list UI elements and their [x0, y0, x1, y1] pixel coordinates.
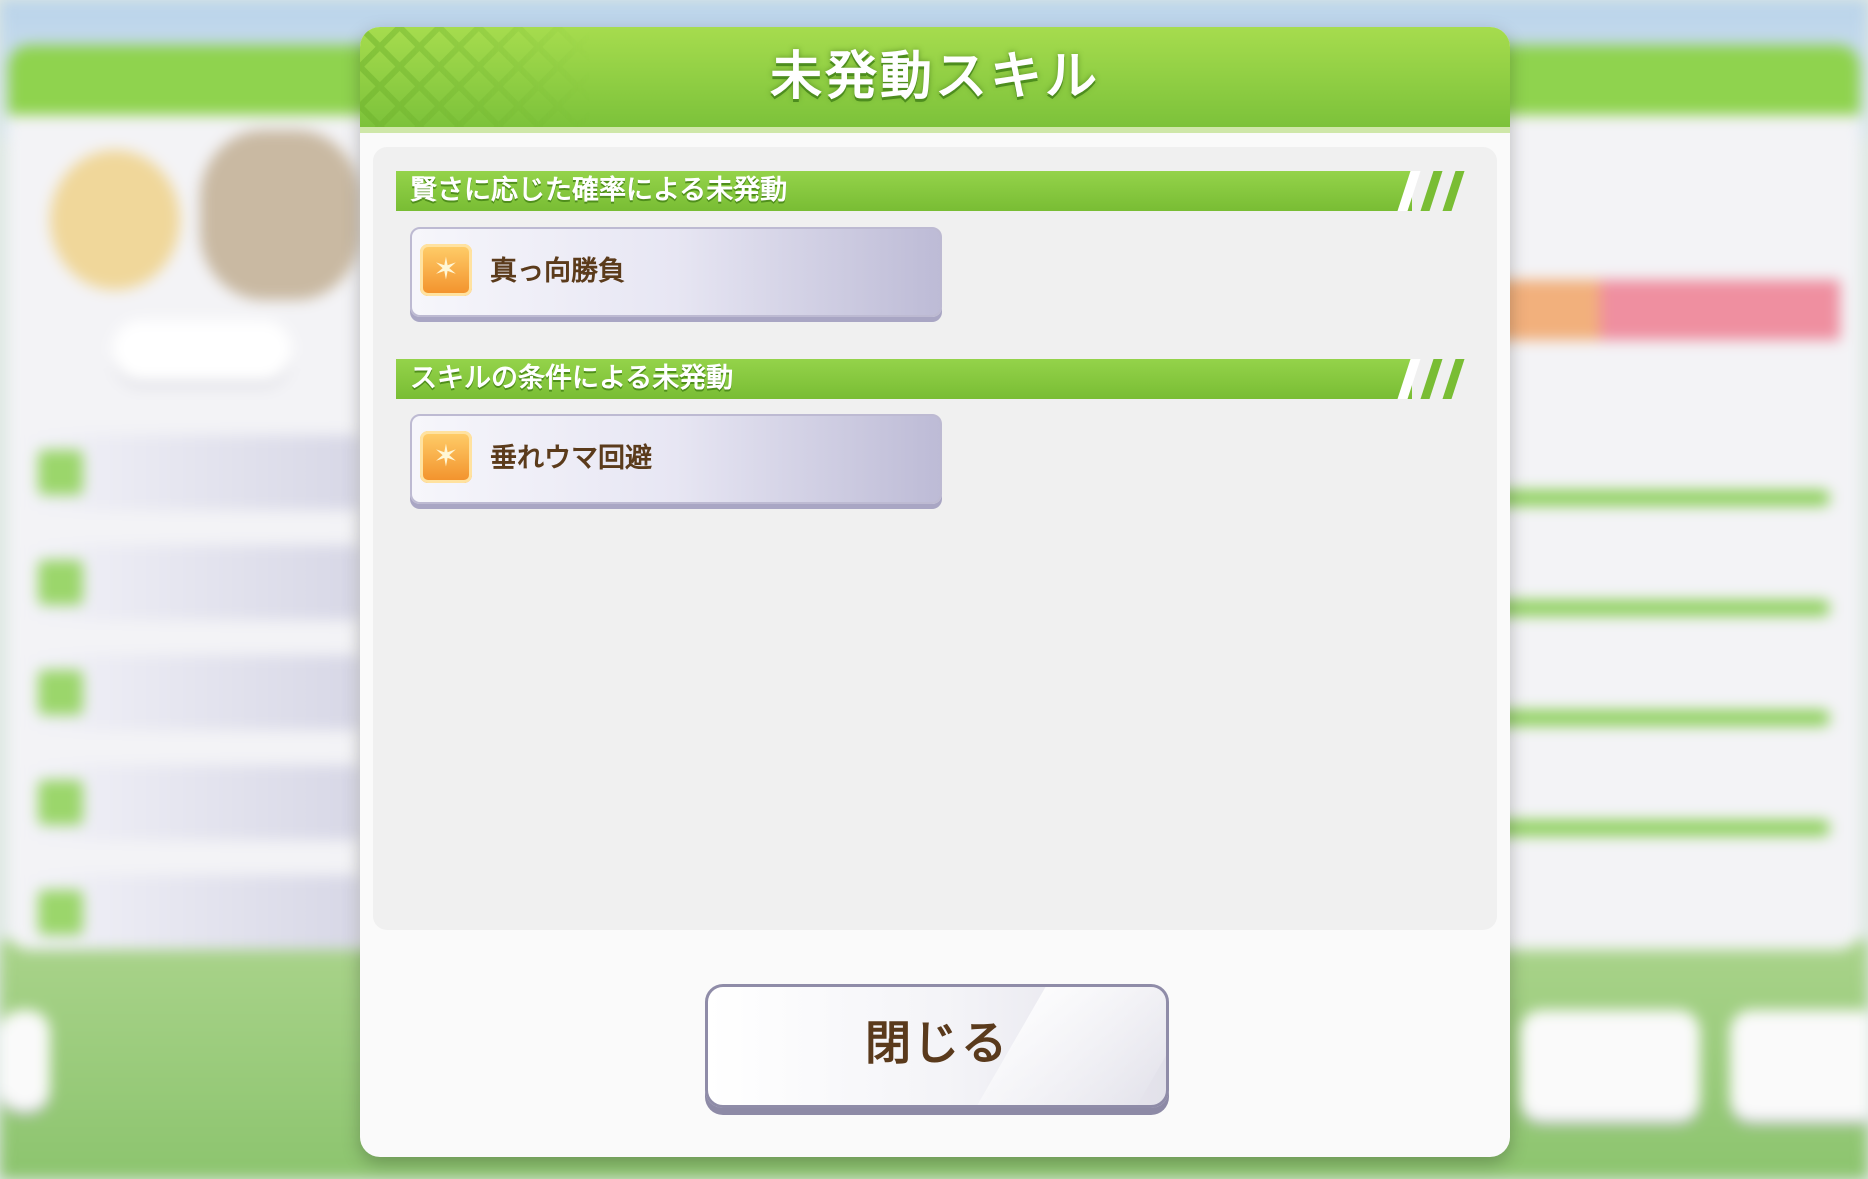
bg-row — [30, 765, 360, 840]
bg-trophy-image — [50, 150, 180, 290]
section-heading: 賢さに応じた確率による未発動 — [410, 175, 788, 206]
bg-button — [1730, 1010, 1868, 1120]
bg-character-image — [200, 130, 360, 300]
bg-pill-button — [112, 320, 292, 382]
dialog-title: 未発動スキル — [769, 47, 1100, 107]
bg-green-line — [1480, 490, 1830, 506]
bg-row — [30, 545, 360, 620]
speed-skill-icon: ✶ — [420, 431, 472, 483]
bg-button — [0, 1010, 50, 1110]
skill-name: 真っ向勝負 — [490, 256, 625, 287]
skill-card-tare-uma-kaihi[interactable]: ✶ 垂れウマ回避 — [410, 414, 942, 504]
bg-row — [30, 875, 360, 950]
section-header-skill-condition: スキルの条件による未発動 — [396, 359, 1466, 399]
bg-button — [1520, 1010, 1700, 1120]
close-button-label: 閉じる — [865, 1016, 1009, 1070]
skill-list-panel: 賢さに応じた確率による未発動 ✶ 真っ向勝負 スキルの条件による未発動 ✶ 垂れ… — [373, 147, 1497, 930]
bg-green-line — [1480, 820, 1830, 836]
close-button[interactable]: 閉じる — [705, 984, 1169, 1108]
bg-row — [30, 435, 360, 510]
bg-row — [30, 655, 360, 730]
section-header-wisdom-probability: 賢さに応じた確率による未発動 — [396, 171, 1466, 211]
bg-pink-block — [1600, 280, 1840, 340]
bg-green-line — [1480, 710, 1830, 726]
bg-green-line — [1480, 600, 1830, 616]
speed-skill-icon: ✶ — [420, 244, 472, 296]
skill-card-massugu-shoubu[interactable]: ✶ 真っ向勝負 — [410, 227, 942, 317]
skill-name: 垂れウマ回避 — [490, 443, 652, 474]
dialog-header: 未発動スキル — [360, 27, 1510, 133]
section-heading: スキルの条件による未発動 — [410, 363, 734, 394]
unactivated-skills-dialog: 未発動スキル 賢さに応じた確率による未発動 ✶ 真っ向勝負 スキルの条件による未… — [360, 27, 1510, 1157]
